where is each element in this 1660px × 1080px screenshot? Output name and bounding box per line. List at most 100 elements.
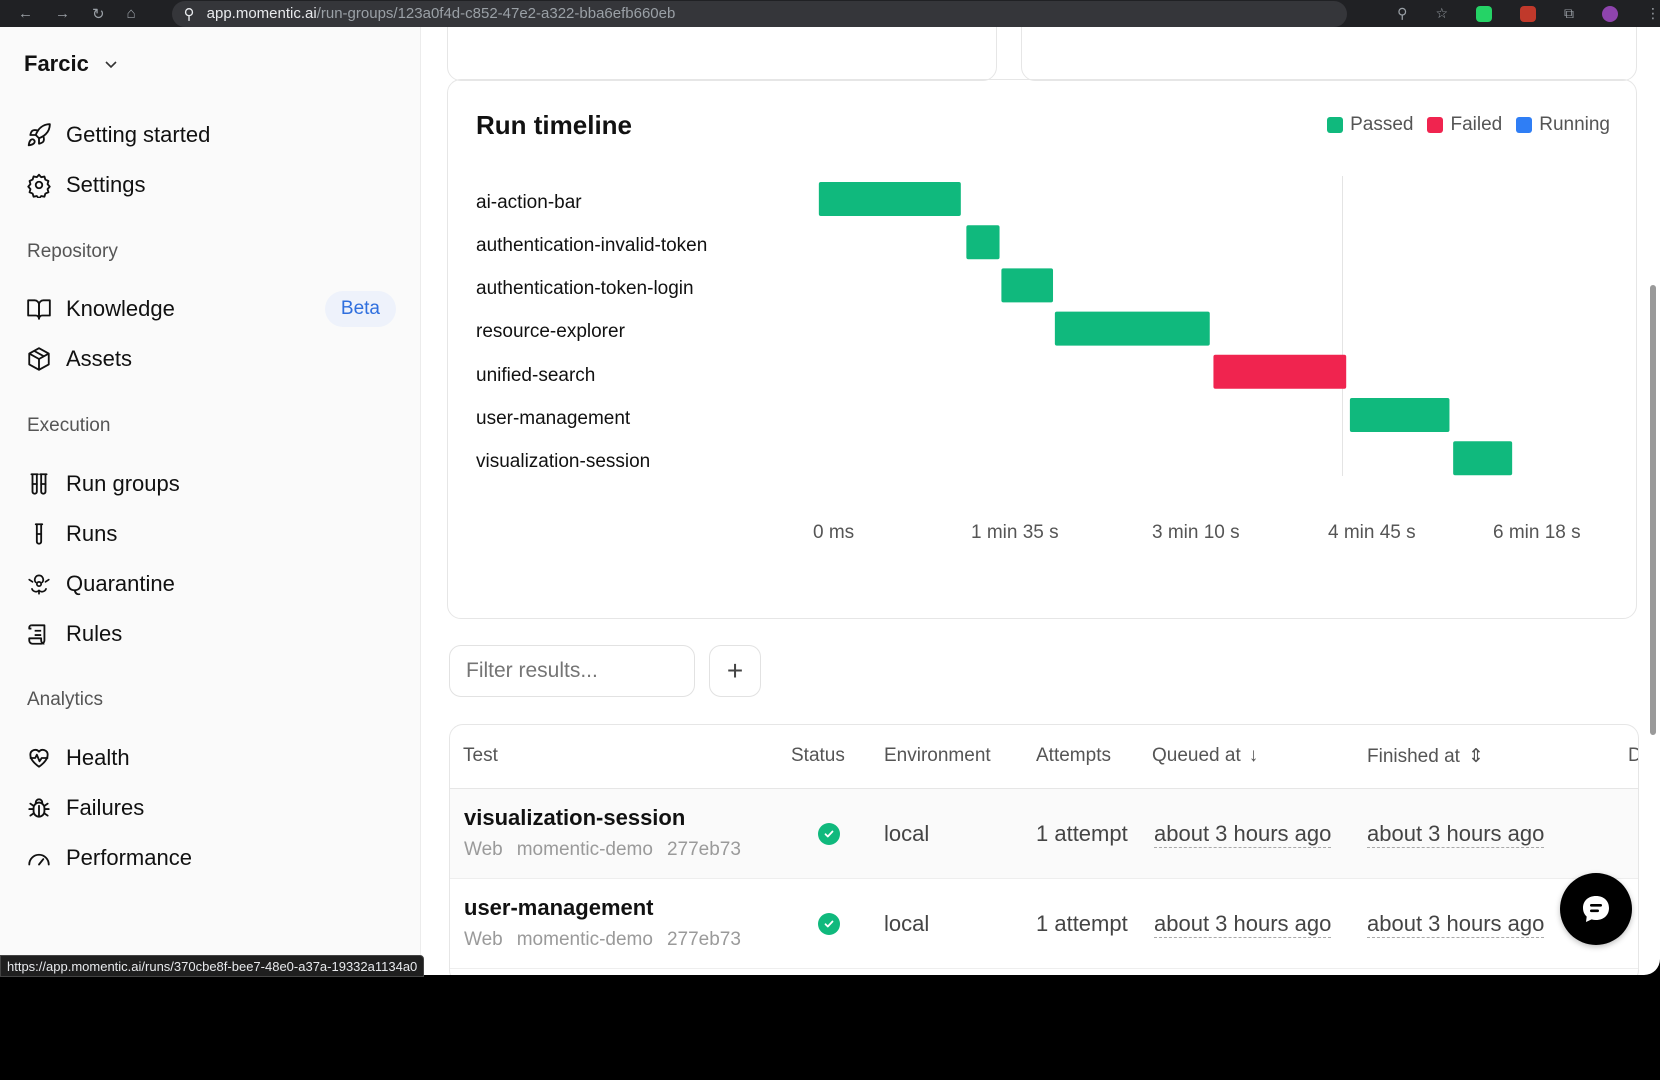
sidebar-item-knowledge[interactable]: Knowledge Beta: [26, 291, 396, 327]
sidebar-item-rules[interactable]: Rules: [26, 616, 396, 652]
column-header-label: Attempts: [1036, 745, 1111, 766]
test-name[interactable]: user-management: [464, 895, 654, 921]
browser-toolbar: ← → ↻ ⌂ ⚲ app.momentic.ai/run-groups/123…: [0, 0, 1660, 27]
test-meta: Web momentic-demo 277eb73: [464, 839, 741, 861]
bookmark-star-icon[interactable]: ☆: [1435, 5, 1448, 22]
sidebar-item-label: Getting started: [66, 122, 211, 147]
sidebar-item-label: Health: [66, 745, 130, 770]
sidebar-item-label: Performance: [66, 845, 192, 870]
test-platform: Web: [464, 839, 503, 860]
test-attempts: 1 attempt: [1036, 911, 1128, 936]
profile-avatar[interactable]: [1602, 5, 1618, 22]
browser-tools: ⚲ ☆ ⧉ ⋮: [1397, 5, 1660, 22]
back-icon[interactable]: ←: [18, 5, 33, 22]
reload-icon[interactable]: ↻: [92, 5, 105, 23]
sidebar-item-getting-started[interactable]: Getting started: [26, 117, 396, 153]
summary-card: [447, 27, 997, 81]
timeline-row-label: authentication-invalid-token: [476, 235, 708, 256]
org-name: Farcic: [24, 51, 89, 76]
column-header-label: D: [1628, 745, 1638, 767]
test-finished-at: about 3 hours ago: [1367, 821, 1545, 848]
column-header-attempts[interactable]: Attempts: [1036, 745, 1111, 767]
timeline-bar-ai-action-bar[interactable]: [818, 182, 961, 216]
address-bar[interactable]: ⚲ app.momentic.ai/run-groups/123a0f4d-c8…: [171, 0, 1348, 27]
whatsapp-extension-icon[interactable]: [1476, 5, 1492, 22]
test-name[interactable]: visualization-session: [464, 805, 685, 831]
table-header: Test Status Environment Attempts Queued …: [450, 725, 1638, 789]
sidebar-item-label: Runs: [66, 521, 118, 546]
timeline-bar-visualization-session[interactable]: [1453, 441, 1513, 476]
sidebar-item-failures[interactable]: Failures: [26, 790, 396, 826]
home-icon[interactable]: ⌂: [127, 5, 136, 22]
x-tick-label: 6 min 18 s: [1493, 522, 1581, 543]
gauge-icon: [28, 853, 50, 866]
sidebar-item-health[interactable]: Health: [26, 740, 396, 776]
timeline-row-label: resource-explorer: [476, 321, 625, 342]
test-project: momentic-demo: [516, 839, 653, 860]
test-attempts: 1 attempt: [1036, 821, 1128, 846]
forward-icon[interactable]: →: [55, 5, 70, 22]
extension-icon[interactable]: [1520, 5, 1536, 22]
column-header-label: Status: [791, 745, 845, 766]
sidebar-item-runs[interactable]: Runs: [26, 516, 396, 552]
timeline-bar-user-management[interactable]: [1349, 398, 1450, 432]
arrow-down-icon: ↓: [1248, 745, 1259, 766]
link-status-bar: https://app.momentic.ai/runs/370cbe8f-be…: [0, 955, 425, 977]
test-platform: Web: [464, 929, 503, 950]
test-commit: 277eb73: [666, 929, 741, 950]
column-header-label: Finished at: [1367, 745, 1460, 767]
column-header-status[interactable]: Status: [791, 745, 845, 767]
sidebar-item-performance[interactable]: Performance: [26, 840, 396, 876]
test-meta: Web momentic-demo 277eb73: [464, 929, 741, 951]
test-finished-at: about 3 hours ago: [1367, 911, 1545, 938]
status-passed-icon: [818, 913, 840, 935]
timeline-row-label: user-management: [476, 408, 631, 429]
run-timeline-card: Run timeline Passed Failed Running ai-ac…: [447, 79, 1637, 619]
test-environment: local: [884, 911, 930, 936]
column-header-duration[interactable]: D: [1628, 745, 1638, 767]
column-header-label: Queued at: [1152, 745, 1241, 766]
sidebar-item-label: Rules: [66, 621, 123, 646]
column-header-finished-at[interactable]: Finished at ⇕: [1367, 745, 1484, 768]
column-header-queued-at[interactable]: Queued at ↓: [1152, 745, 1258, 767]
org-switcher[interactable]: Farcic: [24, 51, 119, 77]
x-tick-label: 0 ms: [813, 522, 855, 543]
sidebar-item-quarantine[interactable]: Quarantine: [26, 566, 396, 602]
status-passed-icon: [818, 823, 840, 845]
x-tick-label: 4 min 45 s: [1328, 522, 1416, 543]
table-row[interactable]: user-management Web momentic-demo 277eb7…: [450, 879, 1638, 969]
bug-icon: [28, 798, 50, 818]
sidebar-item-label: Run groups: [66, 471, 180, 496]
column-header-test[interactable]: Test: [463, 745, 498, 767]
timeline-row-label: ai-action-bar: [476, 192, 582, 213]
timeline-bar-resource-explorer[interactable]: [1054, 311, 1210, 346]
sidebar-item-settings[interactable]: Settings: [26, 167, 396, 203]
test-project: momentic-demo: [516, 929, 653, 950]
zoom-icon[interactable]: ⚲: [1397, 5, 1407, 22]
timeline-bar-authentication-token-login[interactable]: [1001, 268, 1054, 303]
filter-results-input[interactable]: [449, 645, 695, 697]
table-row[interactable]: visualization-session Web momentic-demo …: [450, 789, 1638, 879]
test-tube-icon: [34, 523, 44, 545]
chat-launcher-button[interactable]: [1560, 873, 1632, 945]
sidebar-item-assets[interactable]: Assets: [26, 341, 396, 377]
sidebar: Farcic Getting started Settings Reposito…: [0, 27, 421, 975]
site-info-icon[interactable]: ⚲: [184, 5, 195, 23]
biohazard-icon: [28, 574, 50, 595]
extensions-puzzle-icon[interactable]: ⧉: [1564, 5, 1574, 22]
x-tick-label: 3 min 10 s: [1152, 522, 1240, 543]
browser-menu-icon[interactable]: ⋮: [1646, 5, 1660, 22]
rocket-icon: [27, 123, 51, 147]
sidebar-item-run-groups[interactable]: Run groups: [26, 466, 396, 502]
page-scrollbar[interactable]: [1650, 285, 1656, 735]
test-commit: 277eb73: [666, 839, 741, 860]
app-viewport: Farcic Getting started Settings Reposito…: [0, 27, 1660, 975]
results-table: Test Status Environment Attempts Queued …: [449, 724, 1639, 975]
column-header-environment[interactable]: Environment: [884, 745, 991, 767]
timeline-bar-authentication-invalid-token[interactable]: [966, 225, 1000, 260]
chat-icon: [1583, 896, 1609, 922]
timeline-bar-unified-search[interactable]: [1213, 354, 1347, 389]
add-filter-button[interactable]: +: [709, 645, 761, 697]
sidebar-item-label: Failures: [66, 795, 145, 820]
column-header-label: Environment: [884, 745, 991, 766]
